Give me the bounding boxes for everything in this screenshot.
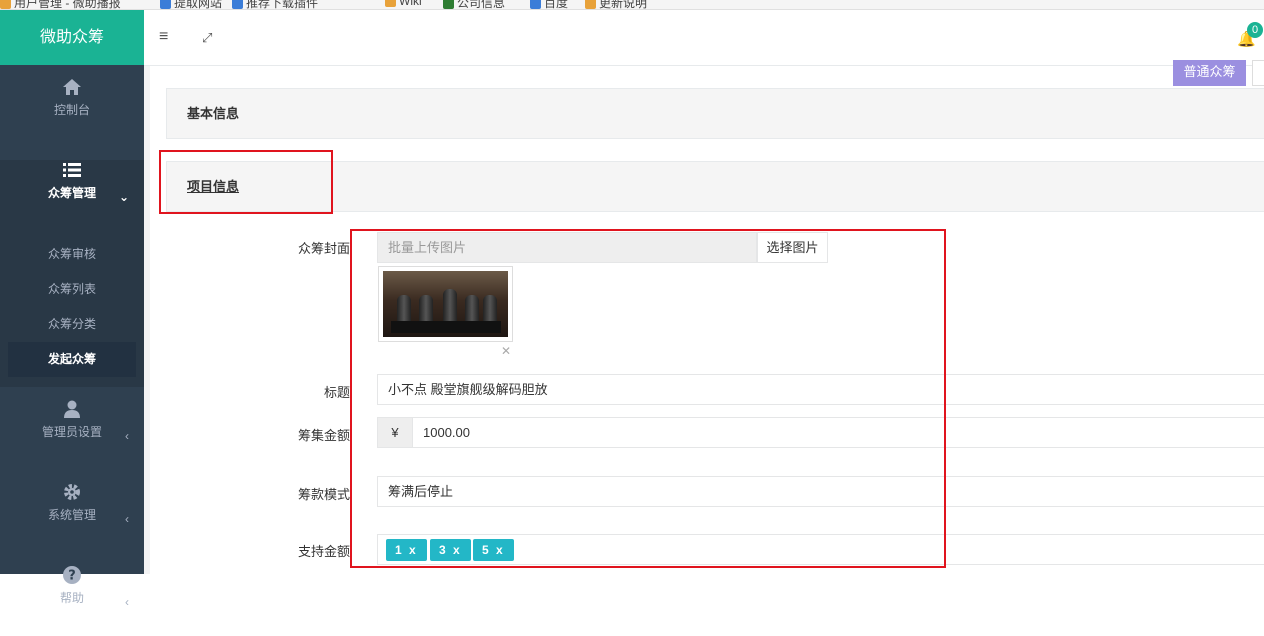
brand-logo[interactable]: 微助众筹: [0, 10, 144, 65]
crowdfunding-submenu: 众筹审核 众筹列表 众筹分类 发起众筹: [0, 231, 144, 387]
cover-label: 众筹封面: [297, 241, 350, 256]
submenu-list[interactable]: 众筹列表: [0, 272, 144, 307]
sidebar: 微助众筹 控制台 众筹管理 ⌄ 众筹审核 众筹列表 众筹分类 发起众筹 管理员设…: [0, 10, 144, 609]
nav-system[interactable]: 系统管理 ‹: [0, 482, 144, 553]
support-amount-label: 支持金额: [297, 544, 350, 559]
gear-icon: [64, 484, 80, 500]
list-icon: [63, 163, 81, 177]
home-icon: [63, 79, 81, 95]
chevron-left-icon: ‹: [125, 595, 129, 609]
alt-type-button[interactable]: [1252, 60, 1264, 86]
bookmark-item[interactable]: 百度: [530, 0, 568, 9]
highlight-box-form: [350, 229, 946, 568]
svg-text:?: ?: [68, 569, 76, 584]
submenu-review[interactable]: 众筹审核: [0, 237, 144, 272]
notification-badge: 0: [1247, 22, 1263, 38]
submenu-create[interactable]: 发起众筹: [8, 342, 136, 377]
nav-admin-settings[interactable]: 管理员设置 ‹: [0, 399, 144, 470]
chevron-down-icon: ⌄: [118, 190, 129, 204]
chevron-left-icon: ‹: [125, 429, 129, 443]
question-icon: ?: [63, 566, 81, 584]
nav-admin-label: 管理员设置: [41, 425, 102, 439]
bookmark-item[interactable]: 用户管理 - 微助播报: [0, 0, 121, 9]
bookmark-item[interactable]: 公司信息: [443, 0, 505, 9]
content-gutter: [144, 66, 150, 574]
nav-dashboard[interactable]: 控制台: [0, 77, 144, 148]
bookmark-item[interactable]: 推荐下载插件: [232, 0, 318, 9]
nav-help-label: 帮助: [59, 591, 84, 605]
nav-system-label: 系统管理: [47, 508, 96, 522]
nav-help[interactable]: ? 帮助 ‹: [0, 565, 144, 636]
bookmark-item[interactable]: 更新说明: [585, 0, 647, 9]
form-content: 普通众筹 基本信息 项目信息 众筹封面 批量上传图片 选择图片 ✕ 标题 小不点…: [144, 60, 1264, 574]
submenu-category[interactable]: 众筹分类: [0, 307, 144, 342]
highlight-box-project: [159, 150, 333, 214]
bookmark-item[interactable]: 提取网站: [160, 0, 222, 9]
basic-info-panel[interactable]: 基本信息: [166, 88, 1264, 139]
bookmarks-bar: 用户管理 - 微助播报 提取网站 推荐下载插件 Wiki 公司信息 百度 更新说…: [0, 0, 1264, 10]
title-label: 标题: [323, 385, 350, 400]
main-area: ≡ ⤢ 🔔 0 普通众筹 基本信息 项目信息 众筹封面 批量上传图片 选择图片 …: [144, 10, 1264, 574]
normal-crowdfunding-button[interactable]: 普通众筹: [1173, 60, 1246, 86]
menu-toggle-icon[interactable]: ≡: [159, 28, 168, 46]
bookmark-item[interactable]: Wiki: [385, 0, 422, 8]
nav-crowdfunding-label: 众筹管理: [47, 186, 96, 200]
top-navbar: ≡ ⤢ 🔔 0: [144, 10, 1264, 66]
chevron-left-icon: ‹: [125, 512, 129, 526]
nav-dashboard-label: 控制台: [53, 103, 90, 117]
amount-label: 筹集金额: [297, 428, 350, 443]
nav-crowdfunding[interactable]: 众筹管理 ⌄: [0, 160, 144, 231]
fullscreen-icon[interactable]: ⤢: [202, 30, 212, 46]
mode-label: 筹款模式: [297, 487, 350, 502]
user-icon: [64, 400, 80, 418]
